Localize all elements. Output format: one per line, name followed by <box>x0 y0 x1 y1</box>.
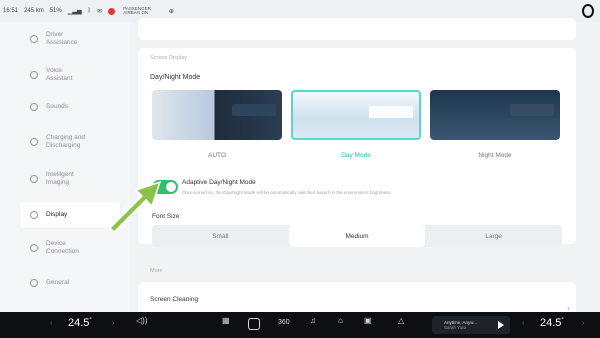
play-icon[interactable] <box>498 321 504 329</box>
music-widget[interactable]: Anytime, Anyw... Sarah Yutu <box>432 316 510 334</box>
right-temp-value: 24.5 <box>540 317 562 329</box>
mode-label-day: Day Mode <box>341 152 371 159</box>
display-settings-panel: Screen Display Day/Night Mode AUTO Day M… <box>130 18 600 322</box>
message-icon: ✉ <box>97 8 103 15</box>
sidebar-item-general[interactable]: General <box>20 270 120 296</box>
battery-text: 51% <box>49 8 62 14</box>
range-text: 245 km <box>24 8 44 14</box>
bottom-dock: ‹ 24.5° › ◁)) ▦ 360 ♫ ⌂ ▣ △ Anytime, Any… <box>0 312 600 338</box>
preview-window <box>232 104 276 116</box>
temp-up-left-icon[interactable]: › <box>112 320 114 327</box>
day-night-title: Day/Night Mode <box>150 74 201 81</box>
camera-icon <box>30 175 38 183</box>
sidebar-item-device-connection[interactable]: Device Connection <box>20 235 120 261</box>
music-note-icon[interactable]: ♫ <box>310 316 316 325</box>
gear-icon <box>30 279 38 287</box>
passenger-airbag-badge: PASSENGER AIRBAG ON <box>108 6 163 16</box>
signal-icon: ▁▃▅ <box>67 8 82 15</box>
settings-sidebar: Driver Assistance Voice Assistant Sounds… <box>0 22 130 312</box>
font-size-selector: Small Medium Large <box>152 225 562 247</box>
sidebar-item-label: Display <box>46 211 68 218</box>
camera-360-icon[interactable]: 360 <box>278 319 290 326</box>
charging-icon <box>30 138 38 146</box>
voice-icon <box>30 71 38 79</box>
sidebar-item-label: General <box>46 279 70 286</box>
adaptive-title: Adaptive Day/Night Mode <box>182 179 256 186</box>
sidebar-item-label: Voice Assistant <box>46 67 73 82</box>
more-label: More <box>150 268 163 274</box>
left-temp-value: 24.5 <box>68 317 90 329</box>
globe-icon: ⊕ <box>168 8 174 15</box>
apps-grid-icon[interactable]: ▦ <box>222 316 230 325</box>
screen-cleaning-label: Screen Cleaning <box>150 296 199 303</box>
bluetooth-icon: ᛒ <box>87 8 92 14</box>
home-icon[interactable]: ⌂ <box>338 316 343 325</box>
speaker-icon <box>30 103 38 111</box>
link-icon <box>30 244 38 252</box>
temp-down-left-icon[interactable]: ‹ <box>50 320 52 327</box>
sidebar-item-charging[interactable]: Charging and Discharging <box>20 129 120 155</box>
song-artist: Sarah Yutu <box>444 325 467 330</box>
previous-section-card <box>138 18 576 40</box>
mode-label-auto: AUTO <box>208 152 226 159</box>
sidebar-item-label: Charging and Discharging <box>46 134 86 149</box>
airbag-icon <box>108 7 116 15</box>
sidebar-item-label: Sounds <box>46 103 69 110</box>
mode-option-day[interactable] <box>291 90 421 140</box>
profile-ring-icon[interactable] <box>582 4 594 18</box>
font-size-small[interactable]: Small <box>152 225 289 247</box>
time-text: 16:51 <box>3 8 19 14</box>
airbag-line2: AIRBAG ON <box>123 10 149 15</box>
navigation-icon[interactable]: △ <box>398 316 404 325</box>
sidebar-item-voice-assistant[interactable]: Voice Assistant <box>20 62 120 88</box>
adaptive-description: Once turned on, the Day/Night Mode will … <box>182 190 392 195</box>
left-temperature[interactable]: 24.5° <box>68 317 92 329</box>
font-size-medium[interactable]: Medium <box>288 225 426 247</box>
screen-display-label: Screen Display <box>150 55 187 61</box>
right-temperature[interactable]: 24.5° <box>540 317 564 329</box>
volume-icon[interactable]: ◁)) <box>136 316 147 325</box>
degree-symbol: ° <box>561 317 564 324</box>
annotation-arrow-icon <box>108 180 162 234</box>
display-icon <box>30 211 38 219</box>
font-size-large[interactable]: Large <box>425 225 562 247</box>
sidebar-item-driver-assistance[interactable]: Driver Assistance <box>20 26 120 52</box>
sidebar-item-label: Driver Assistance <box>46 31 78 46</box>
sidebar-item-label: Intelligent Imaging <box>46 171 74 186</box>
steering-icon <box>30 35 38 43</box>
temp-up-right-icon[interactable]: › <box>582 320 584 327</box>
screen-display-card <box>138 48 576 244</box>
mode-option-night[interactable] <box>430 90 560 140</box>
sidebar-item-sounds[interactable]: Sounds <box>20 94 120 120</box>
degree-symbol: ° <box>89 317 92 324</box>
preview-window <box>369 106 413 118</box>
sidebar-item-label: Device Connection <box>46 240 79 255</box>
defrost-icon[interactable]: ▣ <box>364 316 372 325</box>
temp-down-right-icon[interactable]: ‹ <box>522 320 524 327</box>
mode-label-night: Night Mode <box>478 152 512 159</box>
mode-option-auto[interactable] <box>152 90 282 140</box>
car-icon[interactable] <box>248 318 260 330</box>
preview-window <box>510 104 554 116</box>
